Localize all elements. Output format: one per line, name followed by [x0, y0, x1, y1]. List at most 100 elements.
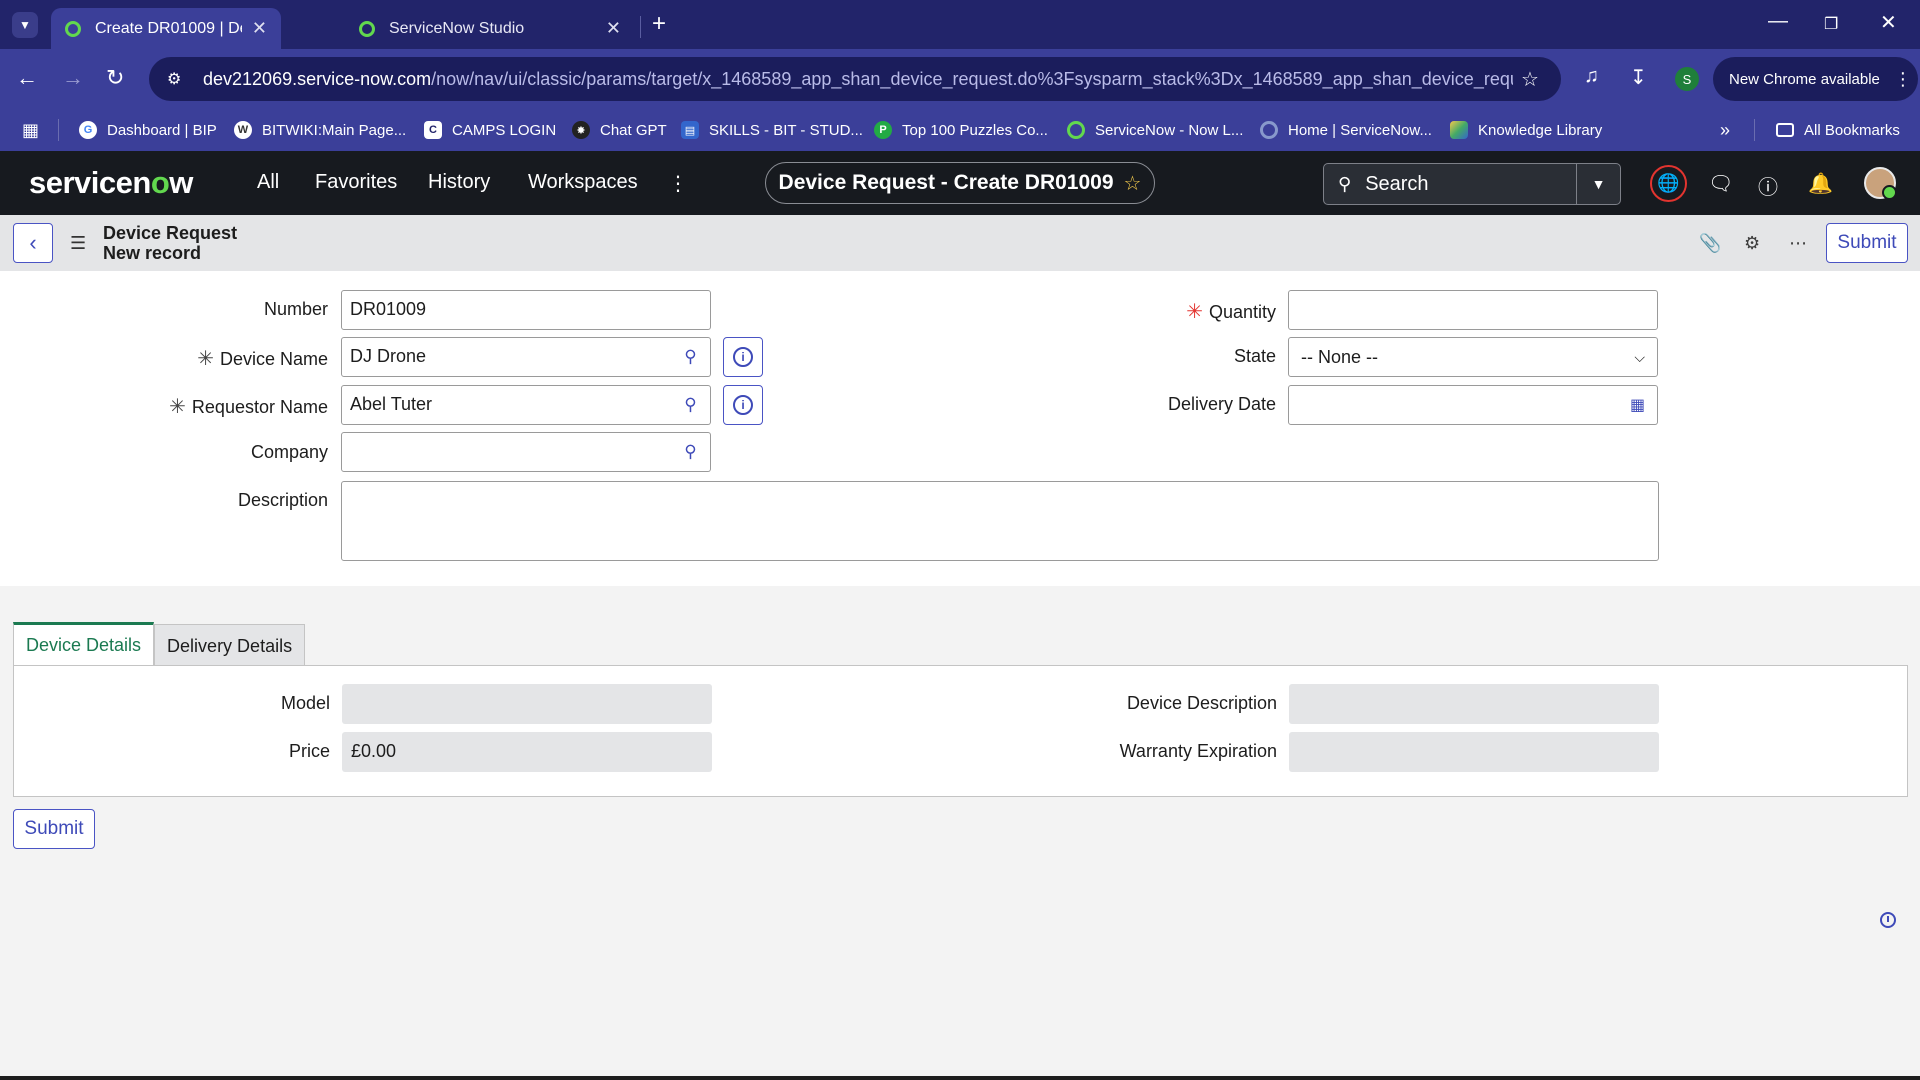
bookmark-servicenow-now-learning[interactable]: ServiceNow - Now L... [1067, 109, 1243, 151]
price-label: Price [288, 741, 330, 761]
bookmark-bitwiki[interactable]: W BITWIKI:Main Page... [234, 109, 406, 151]
close-tab-icon[interactable]: ✕ [252, 18, 267, 39]
bookmark-star-icon[interactable]: ☆ [1521, 67, 1539, 92]
company-lookup-search-icon[interactable]: ⚲ [671, 432, 711, 472]
warranty-expiration-label: Warranty Expiration [1119, 741, 1277, 761]
record-title: Device Request - Create DR01009 [778, 171, 1114, 194]
site-settings-icon[interactable]: ⚙ [167, 69, 189, 89]
state-selected-value: -- None -- [1301, 346, 1379, 367]
number-field[interactable]: DR01009 [341, 290, 711, 330]
record-title-pill[interactable]: Device Request - Create DR01009 ☆ [765, 162, 1155, 204]
submit-button-bottom[interactable]: Submit [13, 809, 95, 849]
tab-search-chevron-icon[interactable]: ▼ [12, 12, 38, 38]
browser-tab-active[interactable]: Create DR01009 | Device Reque ✕ [51, 8, 281, 49]
bookmarks-separator [1754, 119, 1755, 141]
close-tab-icon[interactable]: ✕ [606, 18, 621, 39]
calendar-icon[interactable]: ▦ [1618, 385, 1658, 425]
notification-bell-icon[interactable]: 🔔 [1808, 171, 1833, 196]
browser-toolbar: ← → ↻ ⚙ dev212069.service-now.com/now/na… [0, 49, 1920, 109]
restore-icon[interactable]: ❐ [1824, 14, 1838, 34]
state-select[interactable]: -- None -- ⌵ [1288, 337, 1658, 377]
download-icon[interactable]: ↧ [1630, 65, 1647, 90]
favorite-star-icon[interactable]: ☆ [1124, 171, 1142, 196]
bookmark-top-100-puzzles[interactable]: P Top 100 Puzzles Co... [874, 109, 1048, 151]
camps-icon: C [424, 121, 442, 139]
price-field: £0.00 [342, 732, 712, 772]
quantity-field[interactable] [1288, 290, 1658, 330]
servicenow-favicon-icon [65, 20, 81, 37]
url-text: dev212069.service-now.com/now/nav/ui/cla… [203, 68, 1513, 89]
openai-icon: ✸ [572, 121, 590, 139]
minimize-icon[interactable]: — [1768, 10, 1788, 33]
bookmark-camps-login[interactable]: C CAMPS LOGIN [424, 109, 556, 151]
back-button[interactable]: ‹ [13, 223, 53, 263]
chevron-down-icon: ⌵ [1634, 348, 1645, 365]
profile-avatar[interactable]: S [1675, 67, 1699, 91]
bookmark-dashboard[interactable]: G Dashboard | BIP [79, 109, 217, 151]
forward-arrow-icon[interactable]: → [62, 65, 84, 91]
chat-icon[interactable]: 🗨 [1708, 171, 1733, 196]
tab-delivery-details[interactable]: Delivery Details [154, 624, 306, 668]
user-avatar[interactable] [1864, 167, 1897, 200]
table-name: Device Request [103, 223, 238, 243]
bookmark-skills[interactable]: ▤ SKILLS - BIT - STUD... [681, 109, 863, 151]
all-bookmarks-button[interactable]: All Bookmarks [1776, 109, 1900, 151]
browser-tab-title: Create DR01009 | Device Reque [95, 19, 242, 37]
globe-scope-icon[interactable]: 🌐 [1650, 165, 1687, 202]
nav-history[interactable]: History [428, 171, 490, 194]
form-title: Device Request New record [103, 223, 237, 263]
more-bookmarks-icon[interactable]: » [1720, 109, 1730, 151]
nav-workspaces[interactable]: Workspaces [528, 171, 638, 194]
nav-favorites[interactable]: Favorites [315, 171, 397, 194]
form-context-menu-icon[interactable]: ☰ [70, 233, 86, 254]
state-label: State [1233, 346, 1276, 366]
device-name-label: ✳ Device Name [197, 348, 328, 370]
personalize-form-icon[interactable]: ⚙ [1744, 233, 1760, 254]
back-arrow-icon[interactable]: ← [16, 65, 38, 91]
description-label: Description [237, 490, 328, 510]
bookmark-knowledge-library[interactable]: Knowledge Library [1450, 109, 1602, 151]
address-bar[interactable]: ⚙ dev212069.service-now.com/now/nav/ui/c… [149, 57, 1561, 101]
apps-grid-icon[interactable]: ▦ [22, 120, 39, 141]
requestor-name-lookup-search-icon[interactable]: ⚲ [671, 385, 711, 425]
response-time-clock-icon[interactable] [1880, 912, 1896, 928]
delivery-date-field[interactable] [1288, 385, 1619, 425]
tab-separator [640, 16, 641, 38]
bookmarks-separator [58, 119, 59, 141]
description-textarea[interactable] [341, 481, 1659, 561]
submit-button-top[interactable]: Submit [1826, 223, 1908, 263]
requestor-name-field[interactable]: Abel Tuter [341, 385, 672, 425]
search-input[interactable]: Search [1365, 173, 1576, 196]
more-menu-icon[interactable]: ⋮ [668, 171, 688, 196]
device-name-info-button[interactable]: i [723, 337, 763, 377]
device-description-field [1289, 684, 1659, 724]
chrome-menu-icon[interactable]: ⋮ [1894, 69, 1912, 90]
close-window-icon[interactable]: ✕ [1880, 10, 1897, 35]
bookmark-chat-gpt[interactable]: ✸ Chat GPT [572, 109, 667, 151]
device-name-lookup-search-icon[interactable]: ⚲ [671, 337, 711, 377]
requestor-name-info-button[interactable]: i [723, 385, 763, 425]
more-options-icon[interactable]: ⋯ [1789, 233, 1807, 254]
reload-icon[interactable]: ↻ [106, 65, 124, 91]
browser-tab[interactable]: ServiceNow Studio ✕ [345, 8, 635, 49]
search-scope-dropdown-icon[interactable]: ▼ [1576, 164, 1620, 204]
device-name-field[interactable]: DJ Drone [341, 337, 672, 377]
tab-device-details[interactable]: Device Details [13, 622, 155, 666]
company-label: Company [250, 442, 328, 462]
help-icon[interactable]: ⓘ [1758, 171, 1778, 200]
requestor-name-label: ✳ Requestor Name [169, 396, 328, 418]
library-icon [1450, 121, 1468, 139]
global-search[interactable]: ⚲ Search ▼ [1323, 163, 1621, 205]
section-tabs: Device Details Delivery Details [13, 622, 306, 668]
attachment-icon[interactable]: 📎 [1699, 233, 1721, 254]
browser-tab-strip: ▼ Create DR01009 | Device Reque ✕ Servic… [0, 0, 1920, 49]
new-tab-icon[interactable]: + [652, 10, 666, 38]
form-body: Number DR01009 ✳ Device Name DJ Drone ⚲ i… [0, 271, 1920, 586]
servicenow-logo[interactable]: servicenow [29, 165, 193, 201]
new-chrome-available-button[interactable]: New Chrome available ⋮ [1713, 57, 1918, 101]
company-field[interactable] [341, 432, 672, 472]
bookmark-home-servicenow[interactable]: Home | ServiceNow... [1260, 109, 1432, 151]
media-control-icon[interactable]: ♫ [1584, 65, 1599, 88]
form-header: ‹ ☰ Device Request New record 📎 ⚙ ⋯ Subm… [0, 215, 1920, 271]
nav-all[interactable]: All [257, 171, 279, 194]
